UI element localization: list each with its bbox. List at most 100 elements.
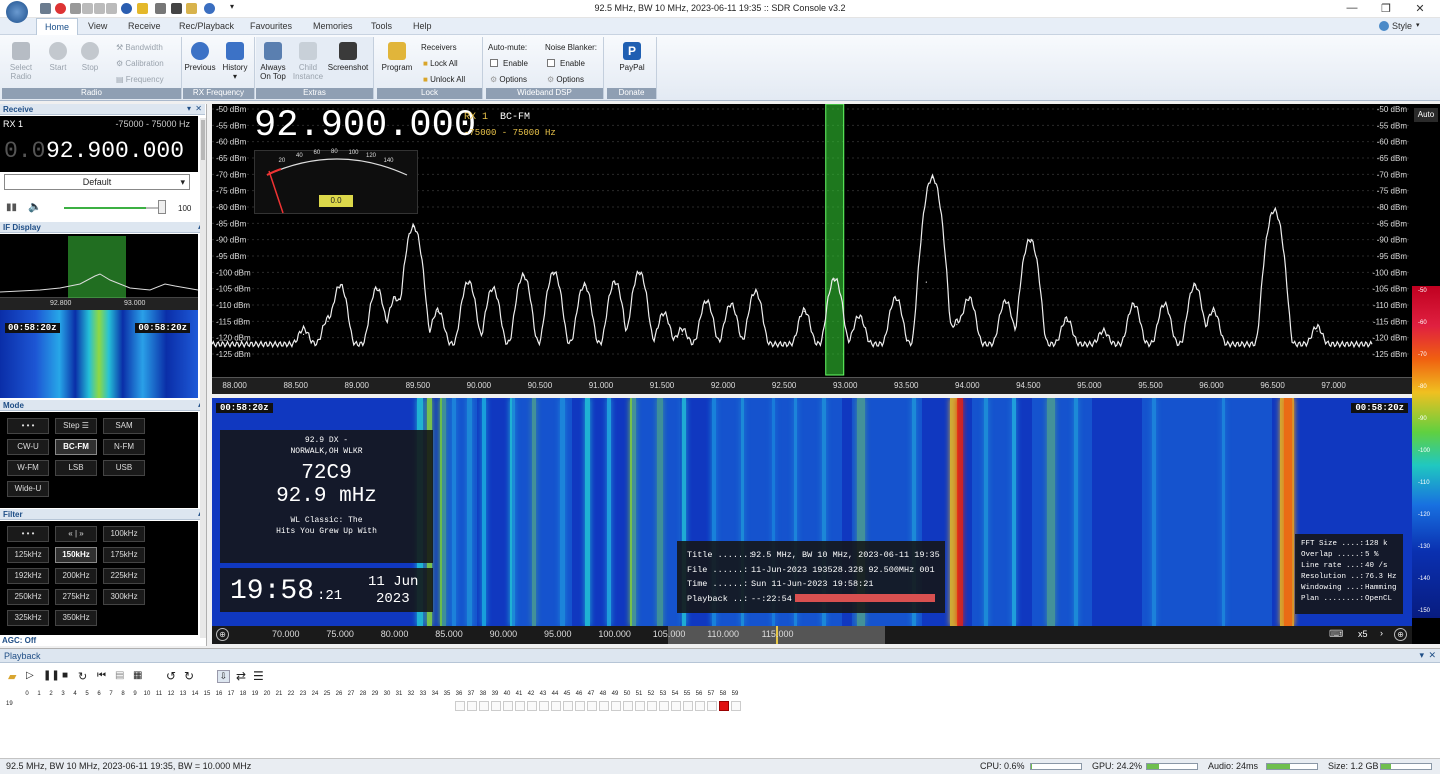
menu-help[interactable]: Help: [413, 21, 432, 31]
auto-button[interactable]: Auto: [1414, 108, 1438, 122]
menu-tools[interactable]: Tools: [371, 21, 392, 31]
recording-cell[interactable]: [527, 701, 537, 711]
screenshot-button[interactable]: Screenshot: [326, 42, 370, 72]
close-icon[interactable]: ✕: [195, 104, 202, 113]
mode-button-lsb[interactable]: LSB: [55, 460, 97, 476]
keyboard-icon[interactable]: ⌨: [1329, 629, 1343, 640]
lock-all-button[interactable]: ■ Lock All: [423, 59, 458, 68]
filter-button-192khz[interactable]: 192kHz: [7, 568, 49, 584]
if-spectrum[interactable]: [0, 234, 198, 298]
main-frequency[interactable]: 92.900.000: [254, 105, 476, 147]
rotate-left-icon[interactable]: ↺: [166, 669, 176, 683]
nb-enable-checkbox[interactable]: Enable: [547, 59, 585, 68]
recording-cell[interactable]: [599, 701, 609, 711]
maximize-button[interactable]: ❐: [1371, 2, 1401, 15]
filter-button--[interactable]: • • •: [7, 526, 49, 542]
close-icon[interactable]: ✕: [1428, 650, 1436, 661]
collapse-icon[interactable]: ▾: [187, 104, 191, 113]
mode-button-w-fm[interactable]: W-FM: [7, 460, 49, 476]
volume-thumb[interactable]: [158, 200, 166, 214]
recording-cell[interactable]: [503, 701, 513, 711]
recording-cell[interactable]: [623, 701, 633, 711]
open-folder-icon[interactable]: ▰: [8, 670, 16, 683]
recording-cell[interactable]: [491, 701, 501, 711]
menu-icon[interactable]: ☰: [253, 669, 264, 683]
select-radio-button[interactable]: Select Radio: [4, 42, 38, 81]
print-icon[interactable]: ▤: [115, 670, 124, 681]
export-icon[interactable]: ⇩: [217, 670, 230, 683]
unlock-all-button[interactable]: ■ Unlock All: [423, 75, 465, 84]
waterfall-display[interactable]: 00:58:20z 00:58:20z 92.9 DX - NORWALK,OH…: [212, 398, 1412, 626]
waterfall-freq-axis[interactable]: ⊕ 70.000 75.000 80.000 85.000 90.000 95.000 10…: [212, 626, 1412, 644]
rx-passband-marker[interactable]: [825, 104, 845, 376]
chevron-right-icon[interactable]: ›: [1380, 628, 1383, 638]
recording-cell[interactable]: [539, 701, 549, 711]
pause-icon[interactable]: ❚❚: [43, 670, 60, 681]
child-instance-button[interactable]: Child Instance: [291, 42, 325, 81]
collapse-icon[interactable]: ▾: [1419, 650, 1424, 661]
filter-button-250khz[interactable]: 250kHz: [7, 589, 49, 605]
menu-view[interactable]: View: [88, 21, 107, 31]
recording-cell[interactable]: [647, 701, 657, 711]
rotate-right-icon[interactable]: ↻: [184, 669, 194, 683]
recording-cell[interactable]: [719, 701, 729, 711]
history-button[interactable]: History ▾: [218, 42, 252, 81]
recording-cell[interactable]: [455, 701, 465, 711]
mode-button-step-[interactable]: Step ☰: [55, 418, 97, 434]
recording-cell[interactable]: [575, 701, 585, 711]
mode-button-sam[interactable]: SAM: [103, 418, 145, 434]
rx-frequency[interactable]: 92.900.000: [46, 138, 184, 164]
filter-button-175khz[interactable]: 175kHz: [103, 547, 145, 563]
recording-cell[interactable]: [707, 701, 717, 711]
if-waterfall[interactable]: 00:58:20z 00:58:20z: [0, 310, 198, 398]
calibration-button[interactable]: ⚙ Calibration: [116, 59, 164, 68]
recording-cell[interactable]: [467, 701, 477, 711]
automute-enable-checkbox[interactable]: Enable: [490, 59, 528, 68]
recording-cell[interactable]: [635, 701, 645, 711]
stop-button[interactable]: Stop: [76, 42, 104, 72]
agc-header[interactable]: AGC: Off: [2, 636, 36, 645]
menu-favourites[interactable]: Favourites: [250, 21, 292, 31]
speaker-icon[interactable]: 🔈: [28, 200, 42, 213]
nb-options-button[interactable]: ⚙ Options: [547, 75, 584, 84]
bars-icon[interactable]: ▮▮: [6, 202, 17, 213]
filter-button-125khz[interactable]: 125kHz: [7, 547, 49, 563]
filter-button-150khz[interactable]: 150kHz: [55, 547, 97, 563]
mode-button-n-fm[interactable]: N-FM: [103, 439, 145, 455]
recording-cell[interactable]: [551, 701, 561, 711]
stop-icon[interactable]: ■: [62, 670, 68, 681]
play-icon[interactable]: ▷: [26, 670, 34, 681]
calendar-icon[interactable]: ▦: [133, 670, 142, 681]
zoom-level[interactable]: x5: [1358, 629, 1368, 639]
recording-cell[interactable]: [587, 701, 597, 711]
menu-home[interactable]: Home: [36, 18, 79, 35]
rx-frequency-display[interactable]: RX 1 -75000 - 75000 Hz 0.0 92.900.000: [0, 116, 198, 172]
recording-cell[interactable]: [671, 701, 681, 711]
filter-button-225khz[interactable]: 225kHz: [103, 568, 145, 584]
spectrum-display[interactable]: -50 dBm -50 dBm -55 dBm -55 dBm -60 dBm -60 d…: [212, 104, 1412, 394]
volume-slider[interactable]: [64, 207, 160, 209]
filter-button-325khz[interactable]: 325kHz: [7, 610, 49, 626]
mode-button-bc-fm[interactable]: BC-FM: [55, 439, 97, 455]
always-on-top-button[interactable]: Always On Top: [256, 42, 290, 81]
mode-button-cw-u[interactable]: CW-U: [7, 439, 49, 455]
playback-progress-bar[interactable]: [795, 594, 935, 602]
sync-icon[interactable]: ⇄: [236, 669, 246, 683]
recording-cell[interactable]: [515, 701, 525, 711]
spectrum-freq-axis[interactable]: 88.000 88.500 89.000 89.500 90.000 90.500 91.0…: [212, 377, 1412, 394]
paypal-button[interactable]: P PayPal: [615, 42, 649, 72]
filter-button--[interactable]: « | »: [55, 526, 97, 542]
frequency-button[interactable]: ▤ Frequency: [116, 75, 164, 84]
recording-cell[interactable]: [683, 701, 693, 711]
left-scrollbar[interactable]: [200, 118, 206, 638]
minimize-button[interactable]: —: [1337, 2, 1367, 14]
zoom-out-button[interactable]: ⊕: [216, 628, 229, 641]
zoom-in-button[interactable]: ⊕: [1394, 628, 1407, 641]
filter-button-350khz[interactable]: 350kHz: [55, 610, 97, 626]
mode-button-wide-u[interactable]: Wide-U: [7, 481, 49, 497]
skip-back-icon[interactable]: ⏮: [97, 670, 106, 681]
recording-cell[interactable]: [479, 701, 489, 711]
filter-button-300khz[interactable]: 300kHz: [103, 589, 145, 605]
color-scale[interactable]: -50 -60 -70 -80 -90 -100 -110 -120 -130 -140 -150: [1412, 286, 1440, 618]
menu-rec-playback[interactable]: Rec/Playback: [179, 21, 234, 31]
